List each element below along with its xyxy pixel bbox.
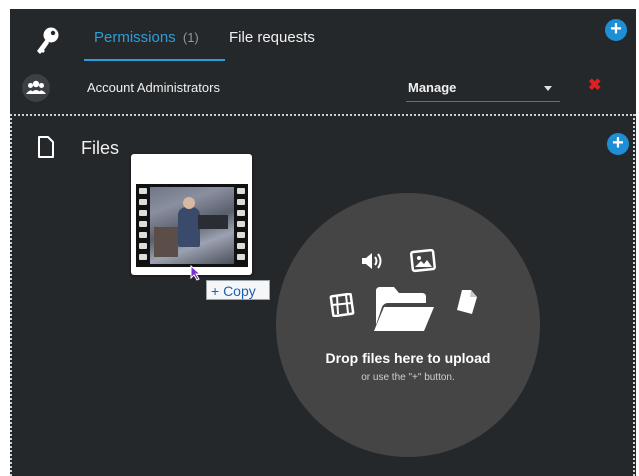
- chevron-down-icon: [544, 86, 552, 91]
- copy-drag-tooltip: + Copy: [206, 280, 270, 300]
- dropzone-message: Drop files here to upload: [325, 350, 491, 366]
- video-frame: [150, 187, 234, 264]
- files-section-title: Files: [81, 138, 120, 158]
- drag-cursor-icon: [190, 265, 202, 281]
- tab-permissions-count: (1): [182, 30, 199, 45]
- key-icon: [37, 27, 59, 54]
- sharing-header: Permissions (1) File requests + Account …: [10, 9, 636, 115]
- film-holes-right: [237, 188, 245, 263]
- tab-permissions-label: Permissions: [94, 29, 176, 46]
- group-icon: [22, 74, 50, 102]
- sharing-panel: Permissions (1) File requests + Account …: [10, 9, 636, 476]
- group-name: Account Administrators: [87, 80, 220, 95]
- active-tab-indicator: [84, 59, 225, 61]
- dropzone-border-right: [633, 114, 635, 476]
- dropzone[interactable]: Drop files here to upload or use the "+"…: [276, 193, 540, 457]
- plus-icon: +: [610, 18, 622, 40]
- add-file-button[interactable]: +: [607, 133, 629, 155]
- film-icon: [329, 293, 355, 317]
- remove-icon: ✖: [588, 77, 602, 94]
- permission-row: Account Administrators Manage ✖: [10, 71, 636, 105]
- image-icon: [410, 249, 436, 273]
- tab-permissions[interactable]: Permissions (1): [94, 29, 199, 46]
- dropzone-hint: or use the "+" button.: [361, 372, 455, 383]
- role-select[interactable]: Manage: [406, 75, 560, 102]
- film-holes-left: [139, 188, 147, 263]
- tab-file-requests-label: File requests: [229, 29, 315, 46]
- plus-icon: +: [612, 132, 624, 154]
- dropzone-border-left: [10, 114, 12, 476]
- dropzone-border-top: [10, 114, 636, 116]
- file-icon: [38, 136, 54, 158]
- add-permission-button[interactable]: +: [605, 19, 627, 41]
- volume-icon: [362, 253, 382, 269]
- remove-permission-button[interactable]: ✖: [588, 75, 601, 95]
- document-icon: [457, 290, 477, 314]
- dragged-file-thumbnail[interactable]: [131, 154, 252, 275]
- video-thumbnail: [136, 184, 248, 267]
- role-select-value: Manage: [408, 80, 457, 95]
- folder-open-icon: [374, 287, 434, 331]
- tab-file-requests[interactable]: File requests: [229, 29, 315, 46]
